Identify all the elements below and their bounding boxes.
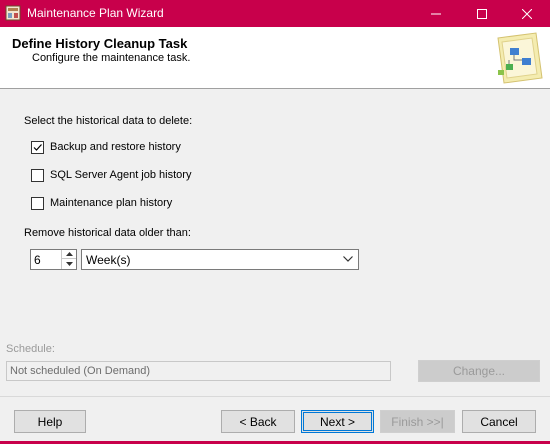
- close-icon: [522, 8, 532, 19]
- wizard-header: Define History Cleanup Task Configure th…: [0, 27, 550, 89]
- age-unit-dropdown[interactable]: Week(s): [81, 249, 359, 270]
- page-title: Define History Cleanup Task: [12, 36, 188, 51]
- schedule-label: Schedule:: [6, 343, 55, 355]
- window-title: Maintenance Plan Wizard: [27, 6, 164, 20]
- schedule-field: Not scheduled (On Demand): [6, 361, 391, 381]
- agent-job-history-checkbox[interactable]: [31, 169, 44, 182]
- backup-restore-label[interactable]: Backup and restore history: [50, 141, 181, 153]
- next-button[interactable]: Next >: [301, 410, 374, 433]
- minimize-icon: [431, 13, 441, 14]
- agent-job-history-label[interactable]: SQL Server Agent job history: [50, 169, 191, 181]
- select-data-label: Select the historical data to delete:: [24, 115, 193, 127]
- stepper-down-button[interactable]: [62, 259, 76, 268]
- maintenance-plan-history-label[interactable]: Maintenance plan history: [50, 197, 172, 209]
- title-bar: Maintenance Plan Wizard: [0, 0, 550, 27]
- schedule-value: Not scheduled (On Demand): [10, 365, 151, 377]
- page-subtitle: Configure the maintenance task.: [32, 52, 191, 64]
- cancel-button[interactable]: Cancel: [462, 410, 536, 433]
- maintenance-plan-history-checkbox[interactable]: [31, 197, 44, 210]
- age-number-stepper[interactable]: 6: [30, 249, 77, 270]
- stepper-arrows: [61, 250, 76, 269]
- age-unit-value: Week(s): [86, 253, 131, 267]
- change-schedule-button[interactable]: Change...: [418, 360, 540, 382]
- checkmark-icon: [33, 144, 42, 151]
- maximize-button[interactable]: [459, 0, 505, 27]
- close-button[interactable]: [504, 0, 550, 27]
- arrow-up-icon: [65, 252, 73, 256]
- age-value[interactable]: 6: [34, 253, 41, 267]
- older-than-label: Remove historical data older than:: [24, 227, 191, 239]
- finish-button[interactable]: Finish >>|: [380, 410, 455, 433]
- minimize-button[interactable]: [413, 0, 459, 27]
- back-button[interactable]: < Back: [221, 410, 295, 433]
- wizard-illustration-icon: [497, 32, 543, 84]
- help-button[interactable]: Help: [14, 410, 86, 433]
- app-icon: [5, 5, 21, 21]
- arrow-down-icon: [65, 261, 73, 266]
- backup-restore-checkbox[interactable]: [31, 141, 44, 154]
- maximize-icon: [477, 8, 487, 19]
- footer-divider: [0, 396, 550, 397]
- stepper-up-button[interactable]: [62, 250, 76, 259]
- chevron-down-icon: [343, 256, 353, 262]
